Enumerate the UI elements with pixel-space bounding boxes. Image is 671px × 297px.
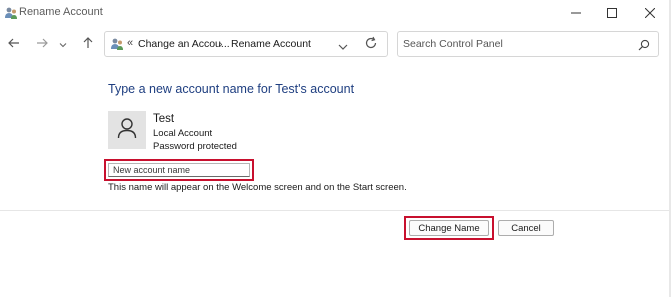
change-name-button[interactable]: Change Name	[409, 220, 489, 236]
new-account-name-input[interactable]	[108, 163, 250, 177]
refresh-button[interactable]	[364, 36, 382, 54]
breadcrumb-overflow[interactable]: «	[127, 37, 133, 49]
page-heading: Type a new account name for Test's accou…	[108, 82, 355, 96]
forward-button[interactable]	[32, 36, 52, 54]
cancel-button[interactable]: Cancel	[498, 220, 554, 236]
breadcrumb-rename-account[interactable]: Rename Account	[231, 38, 311, 50]
window-title: Rename Account	[19, 6, 103, 18]
address-bar[interactable]: « Change an Accou... › Rename Account	[104, 31, 388, 57]
breadcrumb-change-account[interactable]: Change an Accou...	[138, 38, 230, 50]
minimize-icon	[571, 8, 581, 18]
user-icon	[117, 117, 137, 144]
search-box[interactable]: Search Control Panel	[397, 31, 659, 57]
users-icon	[4, 6, 18, 20]
avatar	[108, 111, 146, 149]
back-button[interactable]	[4, 36, 24, 54]
account-password-status: Password protected	[153, 141, 237, 152]
minimize-button[interactable]	[556, 2, 596, 24]
arrow-left-icon	[8, 36, 20, 54]
account-type: Local Account	[153, 128, 213, 139]
chevron-down-icon[interactable]	[337, 39, 351, 51]
breadcrumb-separator[interactable]: ›	[219, 38, 223, 50]
maximize-icon	[607, 8, 617, 18]
divider	[0, 210, 671, 211]
arrow-right-icon	[36, 36, 48, 54]
hint-text: This name will appear on the Welcome scr…	[108, 182, 407, 193]
search-input[interactable]: Search Control Panel	[403, 38, 503, 50]
chevron-down-icon	[59, 36, 67, 54]
account-name: Test	[153, 113, 175, 125]
search-icon[interactable]	[638, 38, 650, 51]
recent-locations-button[interactable]	[56, 36, 70, 54]
up-button[interactable]	[78, 36, 98, 54]
close-button[interactable]	[630, 2, 670, 24]
arrow-up-icon	[82, 36, 94, 54]
title-bar: Rename Account	[0, 0, 671, 26]
users-icon	[110, 37, 124, 51]
refresh-icon	[364, 36, 378, 54]
close-icon	[645, 8, 655, 18]
maximize-button[interactable]	[592, 2, 632, 24]
